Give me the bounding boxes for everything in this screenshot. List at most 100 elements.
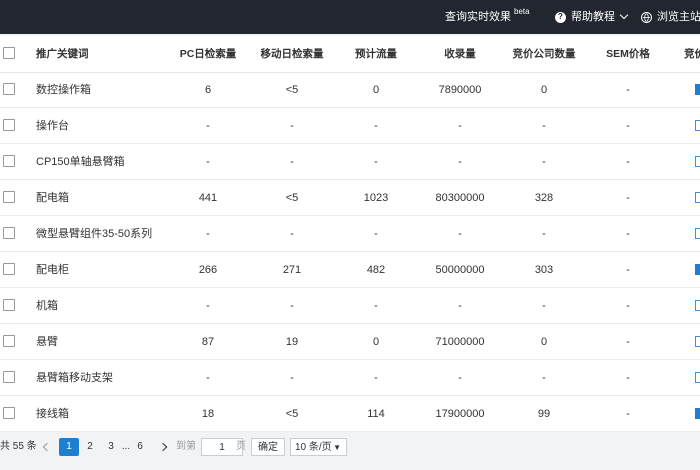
- browse-main-site-link[interactable]: 浏览主站: [641, 0, 700, 34]
- row-checkbox[interactable]: [3, 335, 15, 347]
- table-header: 推广关键词 PC日检索量 移动日检索量 预计流量 收录量 竞价公司数量 SEM价…: [0, 36, 700, 73]
- row-checkbox[interactable]: [3, 155, 15, 167]
- prev-page-icon[interactable]: [42, 438, 50, 456]
- query-effect-link[interactable]: 查询实时效果 beta: [445, 0, 530, 34]
- bid-indicator[interactable]: [695, 336, 700, 347]
- row-checkbox[interactable]: [3, 299, 15, 311]
- competitors-cell: -: [542, 156, 546, 168]
- included-cell: 71000000: [435, 336, 485, 348]
- header-keyword[interactable]: 推广关键词: [36, 36, 176, 72]
- goto-label: 到第: [176, 441, 196, 452]
- mobile-cell: 19: [285, 336, 299, 348]
- table-row: 操作台 - - - - - -: [0, 108, 700, 144]
- confirm-button[interactable]: 确定: [251, 438, 285, 456]
- page-1-button[interactable]: 1: [59, 438, 79, 456]
- page-size-select[interactable]: 10 条/页 ▼: [290, 438, 347, 456]
- pc-cell: 18: [201, 408, 215, 420]
- sem-cell: -: [626, 300, 630, 312]
- row-checkbox[interactable]: [3, 263, 15, 275]
- mobile-cell: -: [290, 372, 294, 384]
- header-bid[interactable]: 竞价: [684, 36, 700, 72]
- pc-cell: -: [206, 372, 210, 384]
- included-cell: 50000000: [435, 264, 485, 276]
- estimate-cell: 0: [372, 336, 380, 348]
- pagination: 共 55 条 1 2 3 ... 6 到第 1 页 确定 10 条/页 ▼: [0, 432, 700, 462]
- bid-indicator[interactable]: [695, 192, 700, 203]
- query-effect-label: 查询实时效果: [445, 11, 511, 23]
- pc-cell: -: [206, 156, 210, 168]
- page-2-button[interactable]: 2: [80, 438, 100, 456]
- estimate-cell: -: [374, 228, 378, 240]
- competitors-cell: -: [542, 120, 546, 132]
- competitors-cell: -: [542, 228, 546, 240]
- sem-cell: -: [626, 84, 630, 96]
- mobile-cell: 271: [282, 264, 302, 276]
- header-estimate[interactable]: 预计流量: [336, 36, 416, 72]
- row-checkbox[interactable]: [3, 83, 15, 95]
- competitors-cell: -: [542, 300, 546, 312]
- bid-indicator[interactable]: [695, 300, 700, 311]
- included-cell: 80300000: [435, 192, 485, 204]
- sem-cell: -: [626, 228, 630, 240]
- chevron-down-icon: [619, 10, 629, 20]
- keyword-cell: 悬臂箱移动支架: [36, 372, 113, 384]
- table-row: 接线箱 18 <5 114 17900000 99 -: [0, 396, 700, 432]
- bid-indicator[interactable]: [695, 264, 700, 275]
- header-pc[interactable]: PC日检索量: [168, 36, 248, 72]
- row-checkbox[interactable]: [3, 191, 15, 203]
- select-all-checkbox[interactable]: [3, 47, 15, 59]
- estimate-cell: 0: [372, 84, 380, 96]
- table-row: 微型悬臂组件35-50系列 - - - - - -: [0, 216, 700, 252]
- included-cell: -: [458, 372, 462, 384]
- table-row: 悬臂 87 19 0 71000000 0 -: [0, 324, 700, 360]
- keyword-cell: CP150单轴悬臂箱: [36, 156, 125, 168]
- competitors-cell: 328: [534, 192, 554, 204]
- header-included[interactable]: 收录量: [420, 36, 500, 72]
- estimate-cell: 482: [366, 264, 386, 276]
- bid-indicator[interactable]: [695, 408, 700, 419]
- estimate-cell: 1023: [363, 192, 389, 204]
- next-page-icon[interactable]: [160, 438, 168, 456]
- pc-cell: -: [206, 120, 210, 132]
- table-row: 数控操作箱 6 <5 0 7890000 0 -: [0, 72, 700, 108]
- mobile-cell: -: [290, 300, 294, 312]
- help-icon: ?: [555, 11, 566, 23]
- mobile-cell: <5: [285, 192, 299, 204]
- top-bar: 查询实时效果 beta ? 帮助教程 浏览主站: [0, 0, 700, 34]
- mobile-cell: <5: [285, 408, 299, 420]
- bid-indicator[interactable]: [695, 228, 700, 239]
- keyword-table: 推广关键词 PC日检索量 移动日检索量 预计流量 收录量 竞价公司数量 SEM价…: [0, 36, 700, 432]
- competitors-cell: 0: [540, 336, 548, 348]
- sem-cell: -: [626, 336, 630, 348]
- header-mobile[interactable]: 移动日检索量: [252, 36, 332, 72]
- mobile-cell: <5: [285, 84, 299, 96]
- page-6-button[interactable]: 6: [130, 438, 150, 456]
- row-checkbox[interactable]: [3, 227, 15, 239]
- header-sem[interactable]: SEM价格: [588, 36, 668, 72]
- bid-indicator[interactable]: [695, 156, 700, 167]
- keyword-cell: 微型悬臂组件35-50系列: [36, 228, 153, 240]
- row-checkbox[interactable]: [3, 407, 15, 419]
- help-menu[interactable]: ? 帮助教程: [555, 0, 629, 34]
- table-row: 机箱 - - - - - -: [0, 288, 700, 324]
- help-label: 帮助教程: [571, 11, 615, 23]
- included-cell: -: [458, 228, 462, 240]
- header-competitors[interactable]: 竞价公司数量: [504, 36, 584, 72]
- sem-cell: -: [626, 192, 630, 204]
- total-count: 共 55 条: [0, 441, 37, 452]
- keyword-cell: 数控操作箱: [36, 84, 91, 96]
- row-checkbox[interactable]: [3, 119, 15, 131]
- bid-indicator[interactable]: [695, 84, 700, 95]
- estimate-cell: 114: [367, 408, 385, 420]
- keyword-cell: 操作台: [36, 120, 69, 132]
- sem-cell: -: [626, 156, 630, 168]
- bid-indicator[interactable]: [695, 120, 700, 131]
- row-checkbox[interactable]: [3, 371, 15, 383]
- page-3-button[interactable]: 3: [101, 438, 121, 456]
- pc-cell: -: [206, 228, 210, 240]
- pc-cell: 87: [201, 336, 215, 348]
- keyword-cell: 配电箱: [36, 192, 69, 204]
- estimate-cell: -: [374, 156, 378, 168]
- keyword-cell: 接线箱: [36, 408, 69, 420]
- bid-indicator[interactable]: [695, 372, 700, 383]
